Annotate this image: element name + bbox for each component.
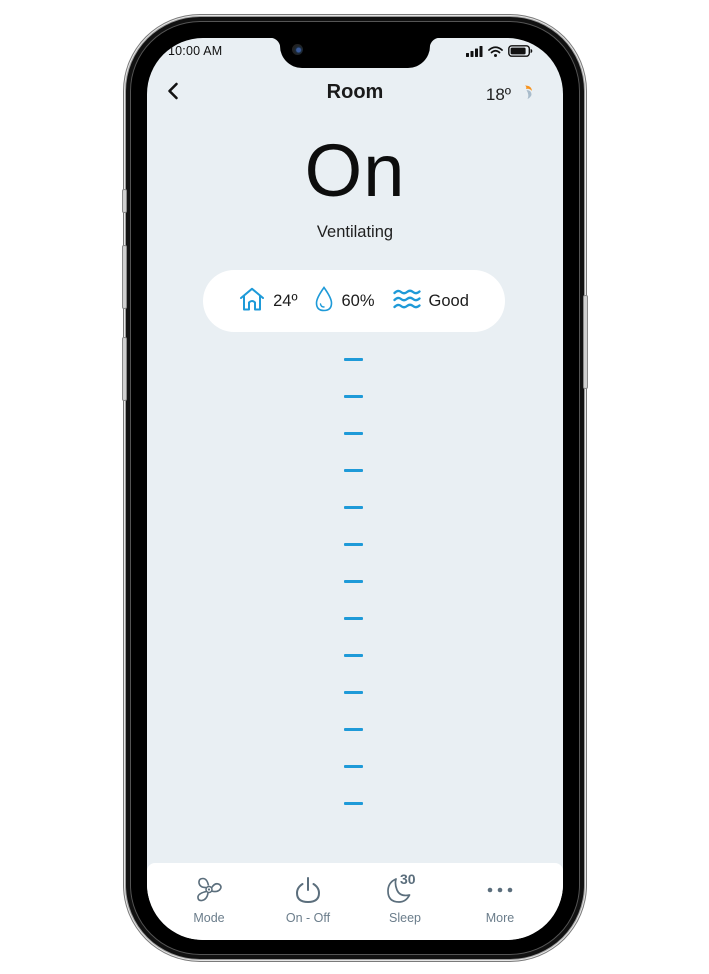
air-quality-chip: Good bbox=[392, 288, 469, 315]
app-screen: 10:00 AM Room 18º On Ventilating 24º 60%… bbox=[147, 38, 563, 940]
fan-speed-tick[interactable] bbox=[344, 654, 363, 657]
indoor-temperature-chip: 24º bbox=[239, 287, 297, 316]
outdoor-temperature: 18º bbox=[485, 84, 511, 104]
wifi-icon bbox=[488, 44, 503, 62]
app-header: Room 18º bbox=[147, 78, 563, 108]
fan-speed-tick[interactable] bbox=[344, 469, 363, 472]
fan-speed-tick[interactable] bbox=[344, 395, 363, 398]
air-waves-icon bbox=[392, 288, 421, 315]
fan-speed-tick[interactable] bbox=[344, 617, 363, 620]
fan-speed-tick[interactable] bbox=[344, 580, 363, 583]
nav-sleep-button[interactable]: 30 Sleep bbox=[365, 871, 445, 925]
fan-speed-tick[interactable] bbox=[344, 358, 363, 361]
fan-speed-tick[interactable] bbox=[344, 691, 363, 694]
humidity-chip: 60% bbox=[315, 285, 375, 317]
bottom-navigation: Mode On - Off 30 Sleep More bbox=[147, 863, 563, 940]
fan-speed-slider[interactable] bbox=[344, 358, 364, 818]
sleep-timer-badge: 30 bbox=[400, 871, 416, 887]
phone-volume-up-button bbox=[122, 245, 127, 309]
phone-power-button bbox=[583, 295, 588, 389]
signal-icon bbox=[466, 44, 483, 62]
sleep-moon-icon: 30 bbox=[385, 871, 425, 905]
nav-mode-button[interactable]: Mode bbox=[169, 875, 249, 925]
phone-notch bbox=[270, 38, 440, 68]
indoor-temperature-value: 24º bbox=[273, 291, 298, 310]
fan-speed-tick[interactable] bbox=[344, 432, 363, 435]
air-quality-value: Good bbox=[428, 291, 469, 310]
fan-speed-tick[interactable] bbox=[344, 728, 363, 731]
fan-speed-tick[interactable] bbox=[344, 543, 363, 546]
phone-volume-down-button bbox=[122, 337, 127, 401]
phone-silent-switch bbox=[122, 189, 127, 213]
nav-on-off-button[interactable]: On - Off bbox=[268, 875, 348, 925]
fan-speed-tick[interactable] bbox=[344, 506, 363, 509]
nav-on-off-label: On - Off bbox=[285, 911, 331, 925]
outdoor-weather: 18º bbox=[486, 84, 535, 105]
fan-speed-tick[interactable] bbox=[344, 802, 363, 805]
fan-speed-tick[interactable] bbox=[344, 765, 363, 768]
nav-mode-label: Mode bbox=[193, 911, 225, 925]
status-time: 10:00 AM bbox=[168, 44, 223, 58]
moon-cloud-icon bbox=[523, 84, 535, 105]
nav-more-label: More bbox=[485, 911, 515, 925]
water-drop-icon bbox=[315, 285, 333, 317]
nav-sleep-label: Sleep bbox=[389, 911, 421, 925]
fan-icon bbox=[194, 875, 224, 905]
status-icons bbox=[466, 44, 533, 62]
power-icon bbox=[294, 875, 322, 905]
house-icon bbox=[239, 287, 265, 316]
conditions-pill: 24º 60% Good bbox=[203, 270, 505, 332]
humidity-value: 60% bbox=[341, 291, 375, 310]
more-dots-icon bbox=[485, 875, 515, 905]
mode-status: Ventilating bbox=[316, 223, 394, 241]
battery-icon bbox=[508, 44, 533, 62]
nav-more-button[interactable]: More bbox=[460, 875, 540, 925]
front-camera bbox=[292, 44, 303, 55]
power-state: On bbox=[304, 129, 406, 212]
